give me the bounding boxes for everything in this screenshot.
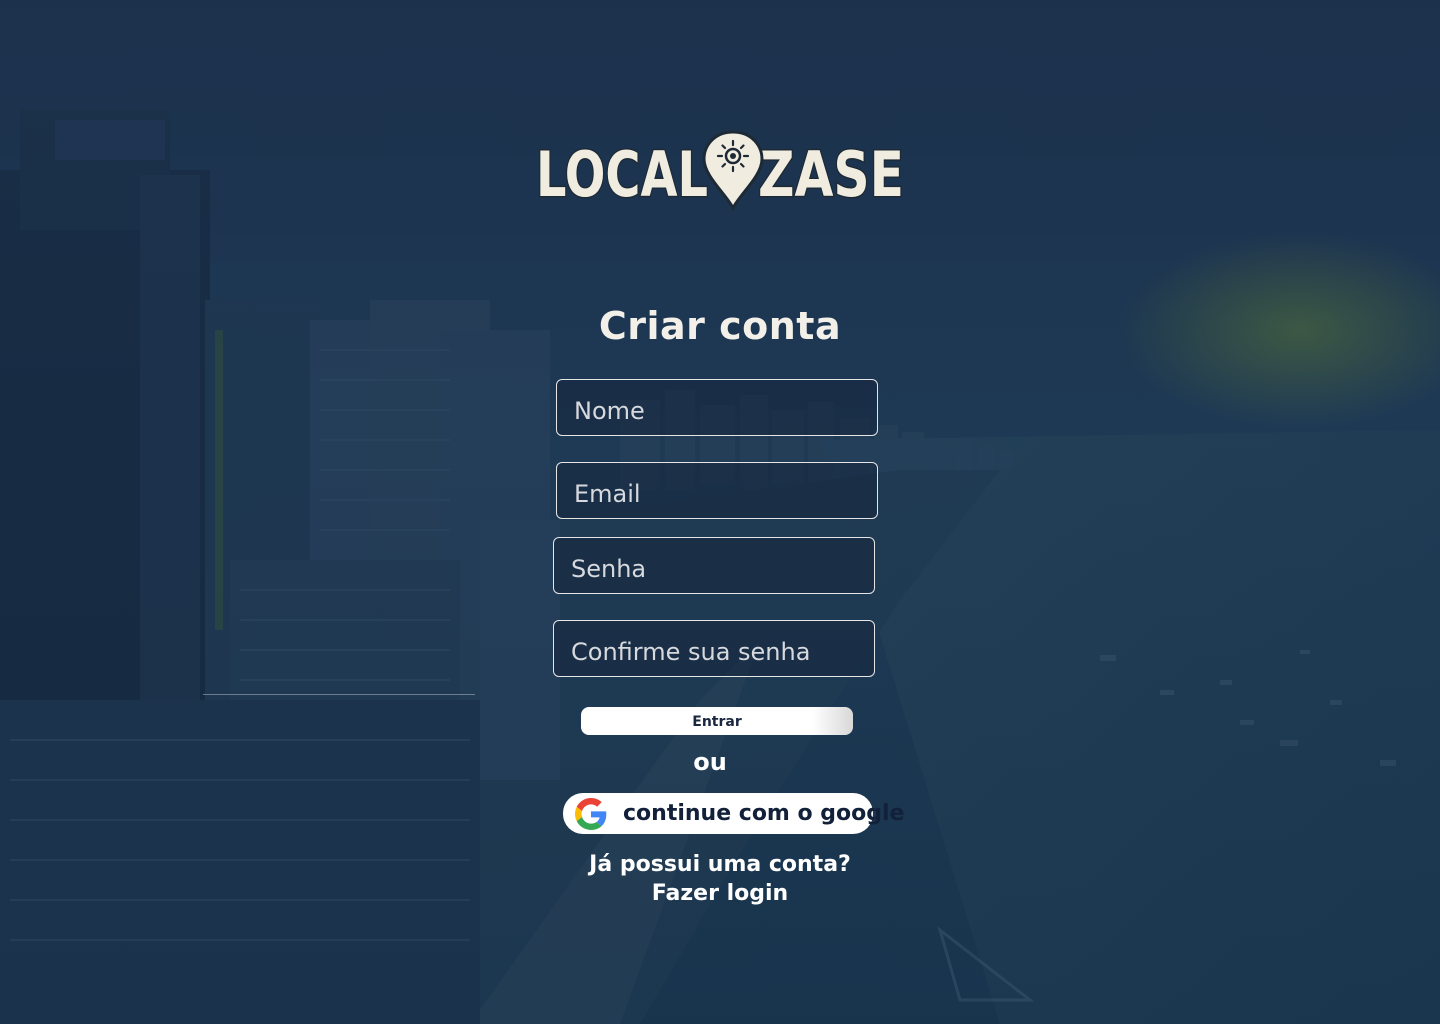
google-icon [575, 797, 607, 830]
confirm-password-field-container [553, 620, 875, 677]
or-separator: ou [693, 748, 727, 776]
submit-button[interactable]: Entrar [581, 707, 853, 735]
signup-page: LOCAL ZASE Criar conta Nome Email Entrar… [0, 0, 1440, 1024]
svg-text:ZASE: ZASE [758, 138, 904, 211]
google-button-label: continue com o google [623, 801, 905, 826]
localizase-logo: LOCAL ZASE [536, 130, 906, 212]
password-input[interactable] [554, 538, 874, 593]
login-link[interactable]: Fazer login [560, 881, 880, 906]
have-account-text: Já possui uma conta? [589, 852, 851, 877]
email-input[interactable] [557, 463, 877, 518]
email-field-container [556, 462, 878, 519]
name-input[interactable] [557, 380, 877, 435]
svg-text:LOCAL: LOCAL [536, 138, 708, 211]
confirm-password-input[interactable] [554, 621, 874, 676]
map-pin-sun-icon [702, 130, 764, 212]
password-field-container [553, 537, 875, 594]
page-title: Criar conta [598, 304, 842, 348]
google-signin-button[interactable]: continue com o google [563, 793, 904, 834]
name-field-container [556, 379, 878, 436]
decorative-divider [203, 694, 475, 695]
